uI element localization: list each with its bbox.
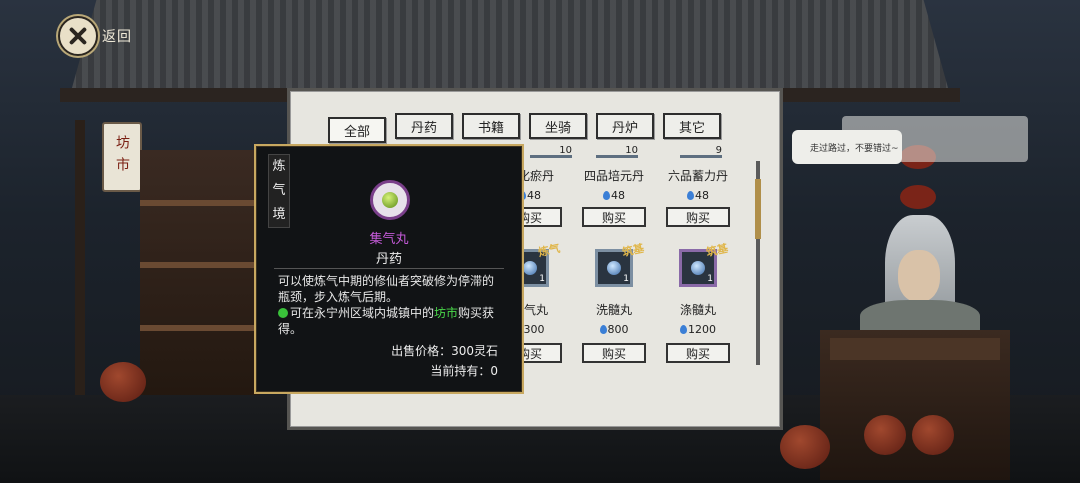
item-price: 800	[572, 323, 656, 336]
pill-icon	[523, 261, 537, 275]
item-icon[interactable]: 筑基 1	[595, 242, 645, 287]
spirit-stone-icon	[599, 325, 607, 334]
buy-button[interactable]: 购买	[666, 343, 730, 363]
scrollbar-thumb[interactable]	[755, 179, 761, 239]
buy-button[interactable]: 购买	[582, 343, 646, 363]
tab-furnaces[interactable]: 丹炉	[596, 113, 654, 139]
buy-button[interactable]: 购买	[582, 207, 646, 227]
back-button[interactable]: 返回	[58, 16, 132, 56]
roof	[70, 0, 950, 95]
item-name: 六品蓄力丹	[667, 169, 728, 183]
owned-count: 当前持有：0	[430, 364, 498, 378]
jar	[100, 362, 146, 402]
item-name: 四品培元丹	[583, 169, 644, 183]
item-icon[interactable]: 筑基 1	[679, 242, 729, 287]
sign-pole	[75, 120, 85, 420]
shelf-board	[140, 200, 260, 206]
close-icon[interactable]	[58, 16, 98, 56]
tab-mounts[interactable]: 坐骑	[529, 113, 587, 139]
tooltip-category: 丹药	[375, 252, 402, 267]
buy-button[interactable]: 购买	[666, 207, 730, 227]
spirit-stone-icon	[603, 191, 610, 200]
item-tooltip: 炼气境 集气丸 丹药 可以使炼气中期的修仙者突破修为停滞的瓶颈，步入炼气后期。 …	[254, 144, 524, 394]
tooltip-item-name: 集气丸	[369, 232, 409, 247]
spirit-stone-icon	[680, 325, 687, 334]
item-count: 1	[707, 274, 713, 284]
tooltip-source: 可在永宁州区域内城镇中的坊市购买获得。	[278, 306, 495, 336]
realm-stamp: 炼气	[536, 241, 562, 260]
tab-others[interactable]: 其它	[663, 113, 721, 139]
shop-item: 筑基 1 涤髓丸 1200 购买	[656, 242, 740, 389]
jar	[864, 415, 906, 455]
item-price: 48	[656, 189, 740, 202]
jar	[780, 425, 830, 469]
green-dot-icon	[278, 308, 288, 318]
item-quantity: 10	[530, 146, 572, 158]
market-sign: 坊市	[102, 122, 142, 192]
tab-books[interactable]: 书籍	[462, 113, 520, 139]
pill-icon	[370, 180, 410, 220]
sell-price: 出售价格：300灵石	[391, 344, 498, 358]
bubble-text: 走过路过，不要错过~	[792, 130, 902, 164]
item-name: 涤髓丸	[679, 303, 716, 317]
merchant-face	[898, 250, 940, 302]
jar	[912, 415, 954, 455]
counter-top	[830, 338, 1000, 360]
tab-pills[interactable]: 丹药	[395, 113, 453, 139]
item-price: 48	[572, 189, 656, 202]
item-count: 1	[539, 274, 545, 284]
tooltip-description: 可以使炼气中期的修仙者突破修为停滞的瓶颈，步入炼气后期。	[278, 274, 495, 304]
shelf-board	[140, 262, 260, 268]
shop-item: 筑基 1 洗髓丸 800 购买	[572, 242, 656, 389]
item-price: 1200	[656, 323, 740, 336]
item-quantity: 10	[596, 146, 638, 158]
realm-stamp: 筑基	[704, 241, 730, 260]
market-link: 坊市	[434, 306, 459, 320]
item-count: 1	[623, 274, 629, 284]
pill-icon	[691, 261, 705, 275]
item-name: 洗髓丸	[595, 303, 632, 317]
shelf-board	[140, 325, 260, 331]
tab-all[interactable]: 全部	[328, 117, 386, 143]
lantern	[900, 185, 936, 209]
left-shelf	[140, 150, 260, 410]
back-label: 返回	[102, 29, 132, 45]
spirit-stone-icon	[687, 191, 694, 200]
realm-tag: 炼气境	[268, 154, 290, 228]
realm-stamp: 筑基	[620, 241, 646, 260]
npc-speech-bubble: 走过路过，不要错过~	[792, 116, 1028, 164]
divider	[274, 268, 504, 269]
item-quantity: 9	[680, 146, 722, 158]
pill-icon	[607, 261, 621, 275]
